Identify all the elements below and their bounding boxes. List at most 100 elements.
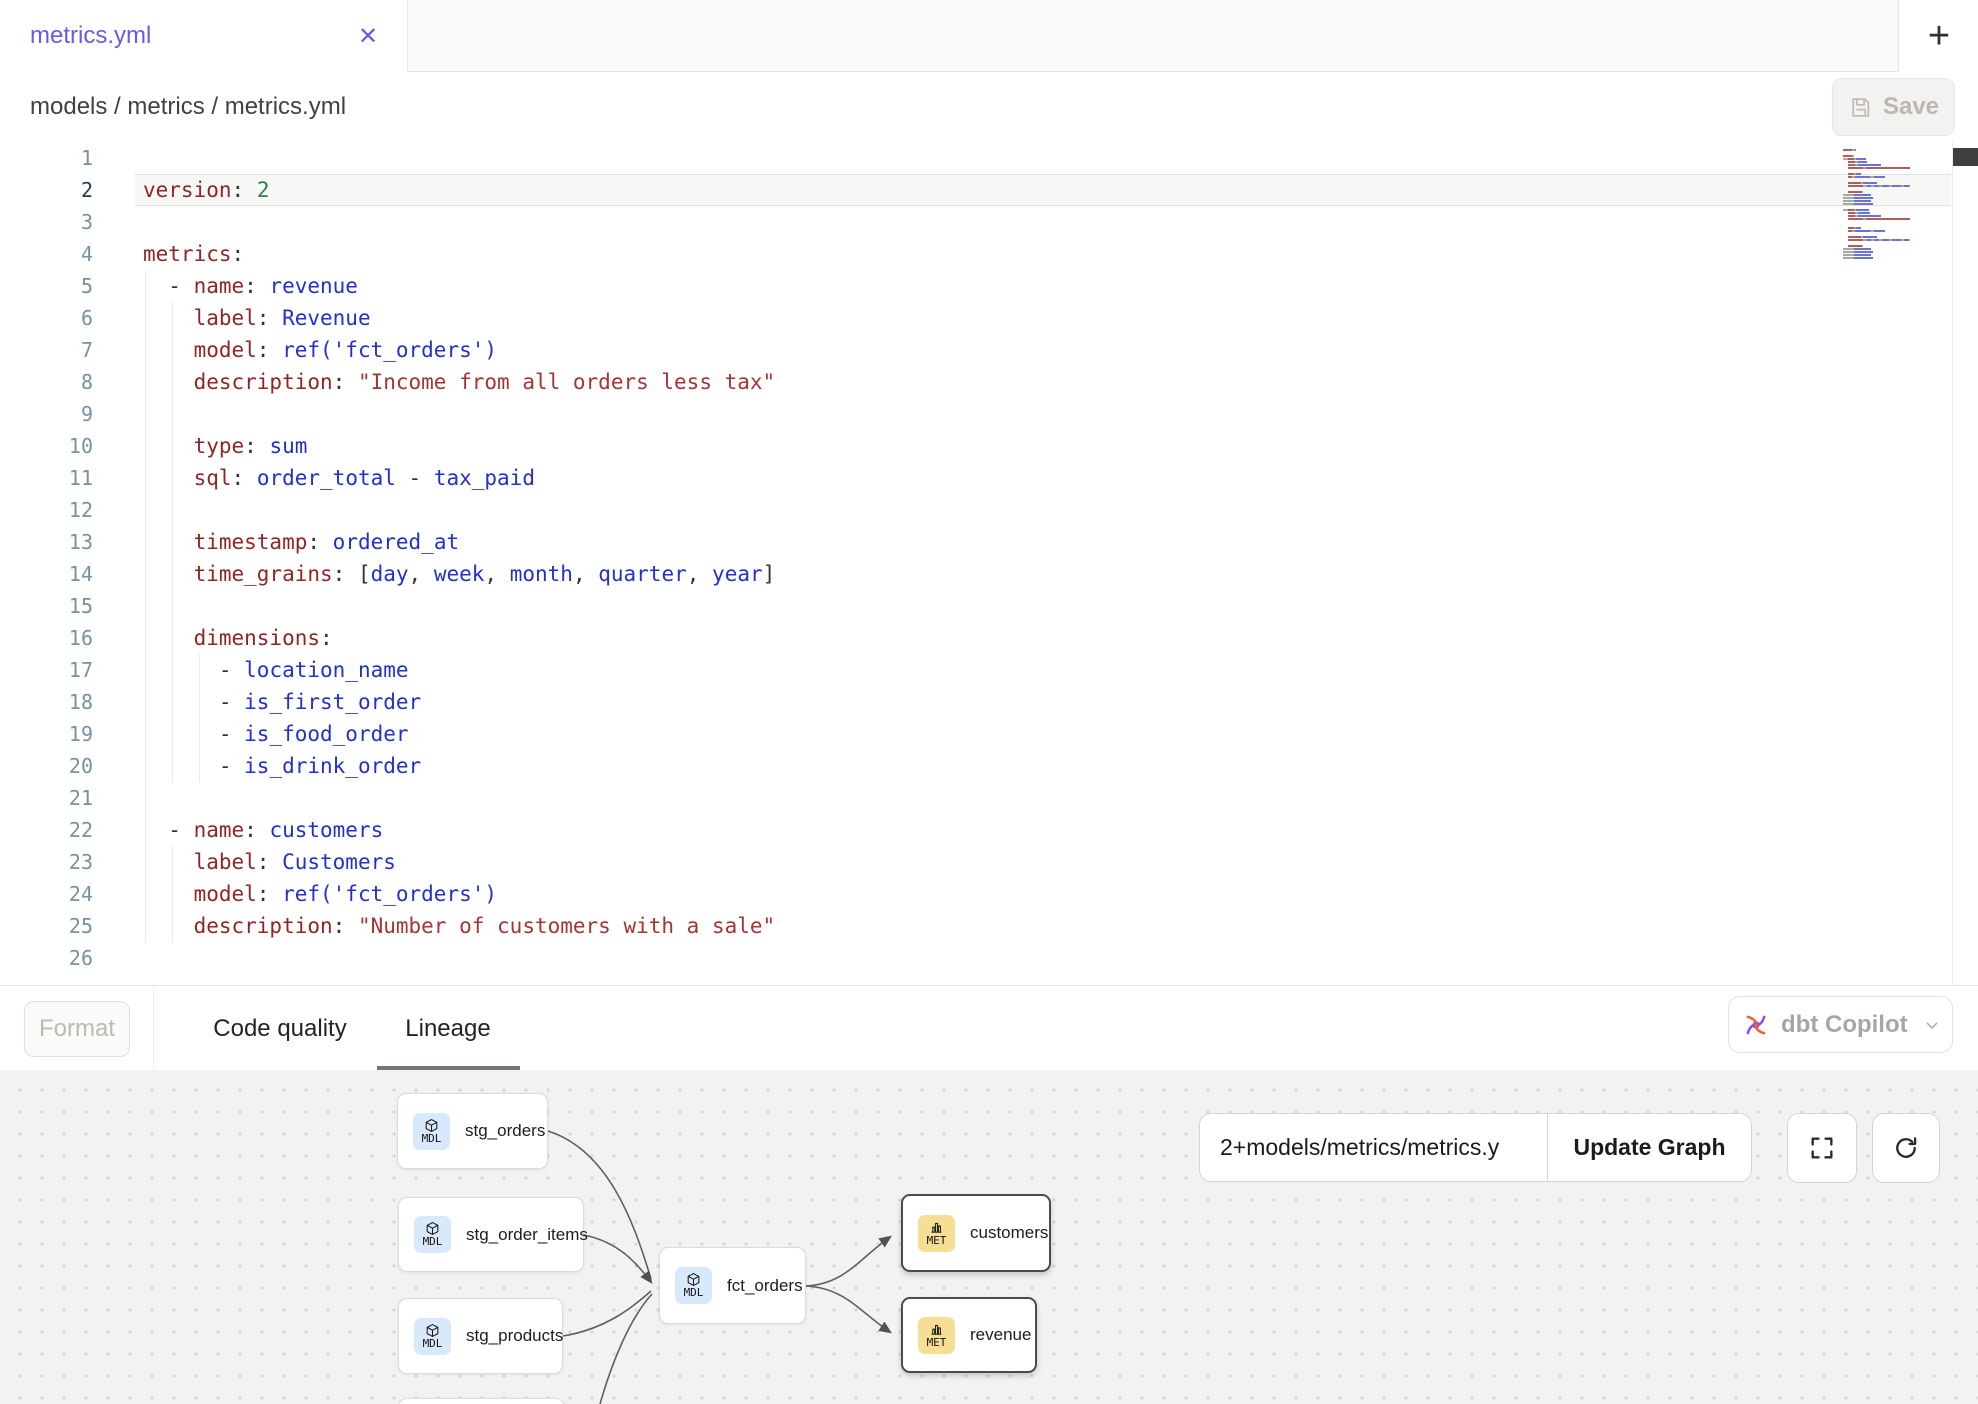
code-line: timestamp: ordered_at (143, 526, 775, 558)
code-line (143, 782, 775, 814)
close-icon[interactable]: ✕ (352, 20, 384, 52)
scrollbar-thumb[interactable] (1953, 148, 1978, 166)
minimap-line (1843, 230, 1948, 232)
minimap-line (1843, 188, 1948, 190)
code-line: - name: customers (143, 814, 775, 846)
lineage-graph[interactable]: MDLstg_ordersMDLstg_order_itemsMDLstg_pr… (0, 1070, 1978, 1404)
line-number: 12 (0, 494, 93, 526)
code-line: - is_first_order (143, 686, 775, 718)
graph-selector-input[interactable] (1200, 1114, 1547, 1181)
dbt-copilot-label: dbt Copilot (1781, 1011, 1908, 1039)
tab-lineage[interactable]: Lineage (390, 986, 506, 1071)
lineage-node-stg_products[interactable]: MDL stg_products (398, 1298, 563, 1374)
line-number: 2 (0, 174, 93, 206)
new-tab-button[interactable]: + (1908, 8, 1970, 64)
dbt-copilot-button[interactable]: dbt Copilot (1728, 996, 1953, 1053)
node-label: customers (970, 1223, 1048, 1243)
minimap-line (1843, 158, 1948, 160)
lineage-node-stg_orders[interactable]: MDLstg_orders (397, 1093, 548, 1169)
code-lines: version: 2metrics: - name: revenue label… (143, 142, 775, 974)
dbt-copilot-icon (1743, 1012, 1769, 1038)
line-number: 5 (0, 270, 93, 302)
minimap-line (1843, 227, 1948, 229)
line-number: 20 (0, 750, 93, 782)
lineage-node-fct_orders[interactable]: MDL fct_orders (659, 1247, 806, 1324)
node-label: stg_order_items (466, 1225, 588, 1245)
minimap-line (1843, 218, 1948, 220)
metric-badge-chart-icon: MET (918, 1215, 955, 1252)
line-number: 6 (0, 302, 93, 334)
editor-tab-strip: metrics.yml ✕ + (0, 0, 1978, 72)
line-number: 7 (0, 334, 93, 366)
fullscreen-icon (1808, 1134, 1836, 1162)
tab-title: metrics.yml (30, 22, 151, 50)
minimap-line (1843, 212, 1948, 214)
code-line (143, 142, 775, 174)
minimap-line (1843, 239, 1948, 241)
fullscreen-button[interactable] (1787, 1113, 1857, 1183)
minimap-line (1843, 203, 1948, 205)
node-label: stg_products (466, 1326, 563, 1346)
minimap-line (1843, 182, 1948, 184)
indent-guide (199, 654, 200, 782)
line-number: 25 (0, 910, 93, 942)
code-line: metrics: (143, 238, 775, 270)
line-number: 13 (0, 526, 93, 558)
breadcrumb: models / metrics / metrics.yml (30, 93, 346, 121)
lineage-node-customers[interactable]: MET customers (901, 1194, 1051, 1272)
lineage-node-revenue[interactable]: METrevenue (901, 1297, 1037, 1373)
panel-divider (153, 986, 154, 1071)
minimap-line (1843, 245, 1948, 247)
breadcrumb-row: models / metrics / metrics.yml Save (0, 72, 1978, 142)
minimap-line (1843, 155, 1948, 157)
line-number: 1 (0, 142, 93, 174)
line-number: 11 (0, 462, 93, 494)
refresh-icon (1892, 1134, 1920, 1162)
lineage-node-stg_order_items[interactable]: MDLstg_order_items (398, 1197, 584, 1272)
line-number: 17 (0, 654, 93, 686)
save-icon (1848, 95, 1873, 120)
line-number: 22 (0, 814, 93, 846)
indent-guide (172, 846, 173, 942)
line-number: 19 (0, 718, 93, 750)
code-line: model: ref('fct_orders') (143, 878, 775, 910)
model-badge-cube-icon: MDL (414, 1318, 451, 1355)
minimap-line (1843, 209, 1948, 211)
code-line: type: sum (143, 430, 775, 462)
code-line: label: Customers (143, 846, 775, 878)
minimap-line (1843, 251, 1948, 253)
indent-guide (145, 270, 146, 942)
tab-metrics-yml[interactable]: metrics.yml ✕ (0, 0, 408, 72)
minimap-line (1843, 215, 1948, 217)
line-number: 16 (0, 622, 93, 654)
chevron-down-icon (1922, 1015, 1942, 1035)
refresh-button[interactable] (1872, 1113, 1940, 1183)
tab-strip-divider (1898, 0, 1899, 72)
code-line: label: Revenue (143, 302, 775, 334)
minimap-line (1843, 152, 1948, 154)
minimap-line (1843, 248, 1948, 250)
model-badge-cube-icon: MDL (675, 1267, 712, 1304)
line-number: 8 (0, 366, 93, 398)
minimap-line (1843, 173, 1948, 175)
line-number: 26 (0, 942, 93, 974)
code-line: dimensions: (143, 622, 775, 654)
tab-code-quality[interactable]: Code quality (200, 986, 360, 1071)
save-button[interactable]: Save (1832, 78, 1955, 136)
minimap[interactable] (1843, 146, 1948, 260)
minimap-line (1843, 200, 1948, 202)
minimap-line (1843, 176, 1948, 178)
line-number: 10 (0, 430, 93, 462)
code-editor[interactable]: 1234567891011121314151617181920212223242… (0, 142, 1978, 985)
line-number: 3 (0, 206, 93, 238)
metric-badge-chart-icon: MET (918, 1317, 955, 1354)
line-number: 21 (0, 782, 93, 814)
graph-search-bar: Update Graph (1199, 1113, 1752, 1182)
node-label: fct_orders (727, 1276, 803, 1296)
format-button[interactable]: Format (24, 1001, 130, 1057)
lineage-node-partial[interactable]: MDL (398, 1398, 565, 1404)
update-graph-button[interactable]: Update Graph (1548, 1114, 1751, 1181)
minimap-line (1843, 146, 1948, 148)
code-line: sql: order_total - tax_paid (143, 462, 775, 494)
code-line (143, 206, 775, 238)
